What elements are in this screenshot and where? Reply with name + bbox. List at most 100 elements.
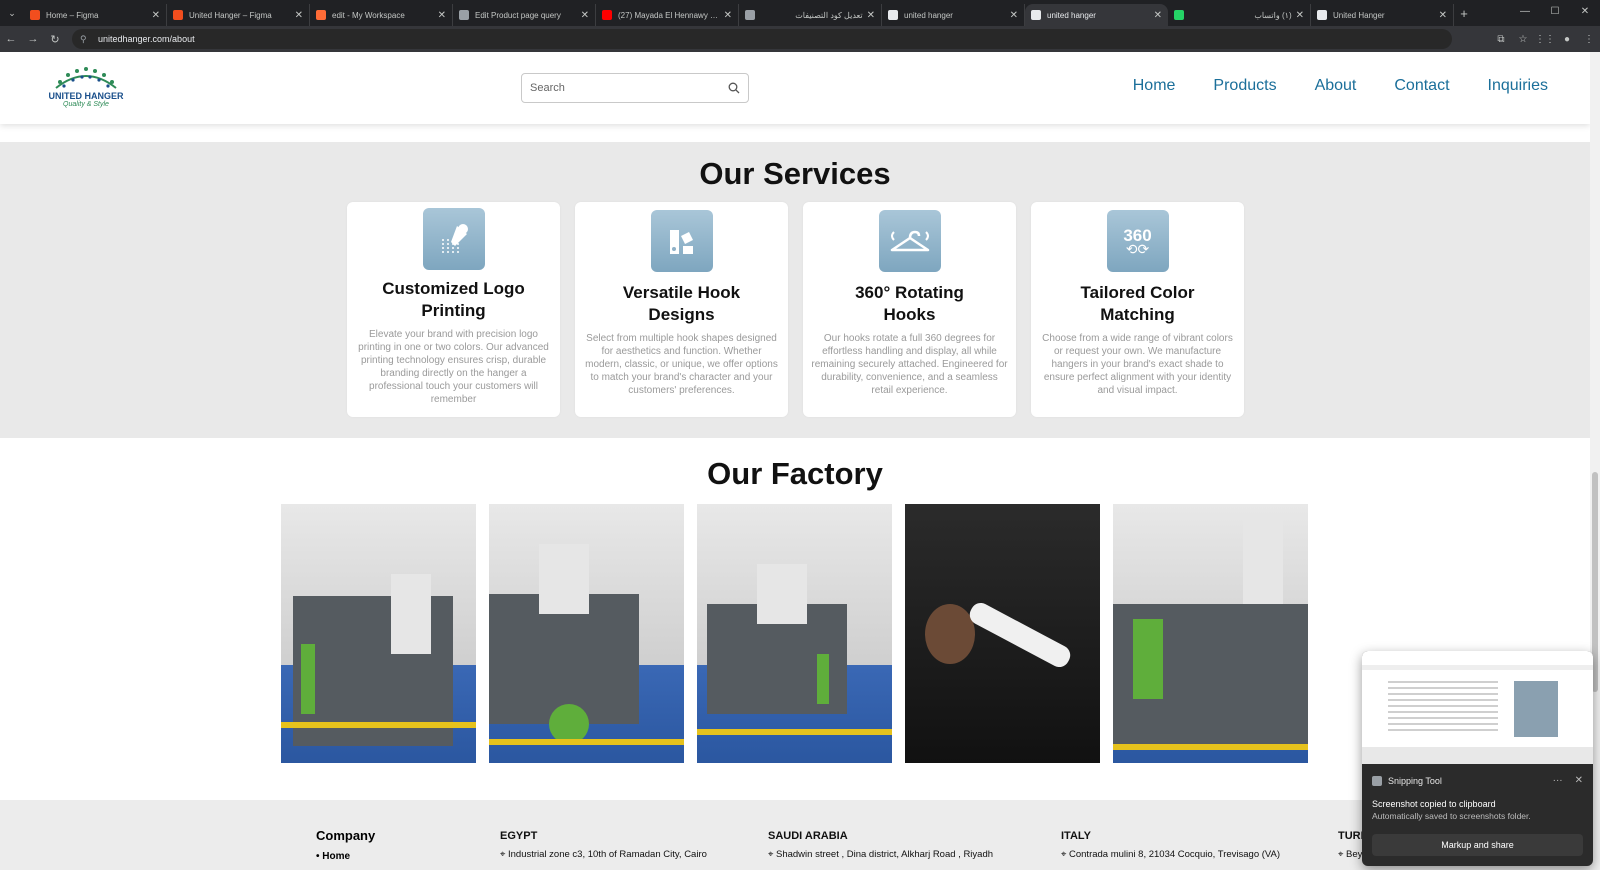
maximize-button[interactable]: ☐ bbox=[1540, 0, 1570, 26]
footer-address: ⌖ Contrada mulini 8, 21034 Cocquio, Trev… bbox=[1061, 849, 1281, 860]
hook-designs-icon bbox=[650, 210, 713, 272]
tab-list: Home – Figma ✕ United Hanger – Figma ✕ e… bbox=[24, 0, 1454, 26]
tab-favicon-icon bbox=[316, 10, 326, 20]
hanger-icon bbox=[878, 210, 941, 272]
browser-tab[interactable]: تعديل كود التصنيفات ✕ bbox=[739, 4, 882, 26]
logo-tagline: Quality & Style bbox=[63, 101, 109, 108]
factory-photo-4[interactable] bbox=[905, 504, 1100, 763]
screenshot-preview[interactable] bbox=[1362, 651, 1593, 764]
url-text: unitedhanger.com/about bbox=[98, 34, 195, 44]
tab-close-icon[interactable]: ✕ bbox=[867, 10, 875, 21]
browser-tab[interactable]: United Hanger – Figma ✕ bbox=[167, 4, 310, 26]
toast-header: Snipping Tool ··· ✕ bbox=[1372, 775, 1583, 786]
browser-toolbar: ← → ↻ ⚲ unitedhanger.com/about ⧉ ☆ ⋮⋮ ● … bbox=[0, 26, 1600, 52]
tab-close-icon[interactable]: ✕ bbox=[295, 10, 303, 21]
footer-country: ITALY bbox=[1061, 830, 1091, 842]
tab-close-icon[interactable]: ✕ bbox=[152, 10, 160, 21]
new-tab-button[interactable]: + bbox=[1454, 6, 1474, 21]
extensions-icon[interactable]: ⋮⋮ bbox=[1534, 34, 1556, 45]
tab-title: تعديل كود التصنيفات bbox=[795, 10, 863, 20]
browser-tab[interactable]: United Hanger ✕ bbox=[1311, 4, 1454, 26]
address-bar[interactable]: ⚲ unitedhanger.com/about bbox=[72, 29, 1452, 49]
footer-company-title: Company bbox=[316, 828, 376, 843]
toast-close-icon[interactable]: ✕ bbox=[1575, 775, 1583, 786]
tab-favicon-icon bbox=[888, 10, 898, 20]
footer-address: ⌖ Shadwin street , Dina district, Alkhar… bbox=[768, 849, 994, 860]
tab-favicon-icon bbox=[1317, 10, 1327, 20]
search-box[interactable] bbox=[521, 73, 749, 103]
nav-link-contact[interactable]: Contact bbox=[1394, 77, 1449, 95]
footer-location: SAUDI ARABIA ⌖ Shadwin street , Dina dis… bbox=[768, 830, 993, 860]
tab-close-icon[interactable]: ✕ bbox=[724, 10, 732, 21]
tab-close-icon[interactable]: ✕ bbox=[581, 10, 589, 21]
markup-and-share-button[interactable]: Markup and share bbox=[1372, 834, 1583, 856]
browser-tab[interactable]: (١) واتساب ✕ bbox=[1168, 4, 1311, 26]
factory-photo-3[interactable] bbox=[697, 504, 892, 763]
site-footer: Company • Home EGYPT ⌖ Industrial zone c… bbox=[0, 800, 1590, 870]
forward-button[interactable]: → bbox=[22, 33, 44, 45]
search-input[interactable] bbox=[530, 82, 728, 94]
tab-title: (27) Mayada El Hennawy - Ehl bbox=[618, 10, 720, 20]
toast-message: Screenshot copied to clipboard bbox=[1372, 799, 1496, 809]
service-card: Customized Logo Printing Elevate your br… bbox=[347, 202, 560, 417]
profile-avatar-icon[interactable]: ● bbox=[1556, 34, 1578, 45]
tab-title: United Hanger – Figma bbox=[189, 10, 272, 20]
service-card-text: Our hooks rotate a full 360 degrees for … bbox=[811, 333, 1008, 396]
tab-favicon-icon bbox=[173, 10, 183, 20]
service-card-title: Tailored Color Matching bbox=[1080, 283, 1195, 324]
location-pin-icon: ⌖ bbox=[1061, 849, 1067, 860]
footer-company: Company • Home bbox=[316, 828, 375, 862]
service-card-text: Choose from a wide range of vibrant colo… bbox=[1042, 333, 1233, 396]
footer-location: ITALY ⌖ Contrada mulini 8, 21034 Cocquio… bbox=[1061, 830, 1280, 860]
search-icon[interactable] bbox=[728, 82, 740, 94]
logo-text: UNITED HANGER bbox=[48, 91, 124, 101]
tab-favicon-icon bbox=[745, 10, 755, 20]
footer-link-home[interactable]: • Home bbox=[316, 851, 375, 862]
footer-location: EGYPT ⌖ Industrial zone c3, 10th of Rama… bbox=[500, 830, 707, 860]
footer-address: ⌖ Industrial zone c3, 10th of Ramadan Ci… bbox=[500, 849, 707, 860]
location-pin-icon: ⌖ bbox=[500, 849, 506, 860]
service-card: 360 ⟲⟳ Tailored Color Matching Choose fr… bbox=[1031, 202, 1244, 417]
tab-close-icon[interactable]: ✕ bbox=[438, 10, 446, 21]
back-button[interactable]: ← bbox=[0, 33, 22, 45]
browser-tab[interactable]: Edit Product page query ✕ bbox=[453, 4, 596, 26]
tab-close-icon[interactable]: ✕ bbox=[1296, 10, 1304, 21]
main-nav: Home Products About Contact Inquiries bbox=[1133, 77, 1548, 95]
factory-photo-2[interactable] bbox=[489, 504, 684, 763]
browser-tab[interactable]: united hanger ✕ bbox=[882, 4, 1025, 26]
tab-favicon-icon bbox=[1031, 10, 1041, 20]
snipping-tool-toast[interactable]: Snipping Tool ··· ✕ Screenshot copied to… bbox=[1362, 651, 1593, 866]
browser-tab[interactable]: united hanger ✕ bbox=[1025, 4, 1168, 26]
tab-close-icon[interactable]: ✕ bbox=[1439, 10, 1447, 21]
more-options-icon[interactable]: ··· bbox=[1553, 775, 1563, 786]
site-header: UNITED HANGER Quality & Style Home Produc… bbox=[0, 52, 1590, 124]
factory-title: Our Factory bbox=[707, 456, 883, 491]
reload-button[interactable]: ↻ bbox=[44, 33, 66, 46]
tab-title: edit - My Workspace bbox=[332, 10, 405, 20]
close-window-button[interactable]: ✕ bbox=[1570, 0, 1600, 26]
menu-icon[interactable]: ⋮ bbox=[1578, 34, 1600, 45]
nav-link-home[interactable]: Home bbox=[1133, 77, 1176, 95]
toolbar-icons: ⧉ ☆ ⋮⋮ ● ⋮ bbox=[1490, 34, 1600, 45]
factory-photo-1[interactable] bbox=[281, 504, 476, 763]
tab-close-icon[interactable]: ✕ bbox=[1010, 10, 1018, 21]
factory-photo-5[interactable] bbox=[1113, 504, 1308, 763]
tab-title: Home – Figma bbox=[46, 10, 99, 20]
tab-search-button[interactable]: ⌄ bbox=[0, 0, 24, 26]
browser-tab[interactable]: (27) Mayada El Hennawy - Ehl ✕ bbox=[596, 4, 739, 26]
bookmark-star-icon[interactable]: ☆ bbox=[1512, 34, 1534, 45]
browser-tab[interactable]: Home – Figma ✕ bbox=[24, 4, 167, 26]
factory-gallery bbox=[281, 504, 1308, 763]
nav-link-products[interactable]: Products bbox=[1213, 77, 1276, 95]
window-controls: — ☐ ✕ bbox=[1510, 0, 1600, 26]
tab-close-icon[interactable]: ✕ bbox=[1154, 10, 1162, 21]
nav-link-inquiries[interactable]: Inquiries bbox=[1488, 77, 1548, 95]
nav-link-about[interactable]: About bbox=[1315, 77, 1357, 95]
footer-country: EGYPT bbox=[500, 830, 538, 842]
snipping-tool-icon bbox=[1372, 775, 1382, 786]
minimize-button[interactable]: — bbox=[1510, 0, 1540, 26]
browser-tab[interactable]: edit - My Workspace ✕ bbox=[310, 4, 453, 26]
toast-sub-message: Automatically saved to screenshots folde… bbox=[1372, 811, 1531, 821]
install-app-icon[interactable]: ⧉ bbox=[1490, 34, 1512, 45]
site-info-icon[interactable]: ⚲ bbox=[80, 34, 90, 44]
